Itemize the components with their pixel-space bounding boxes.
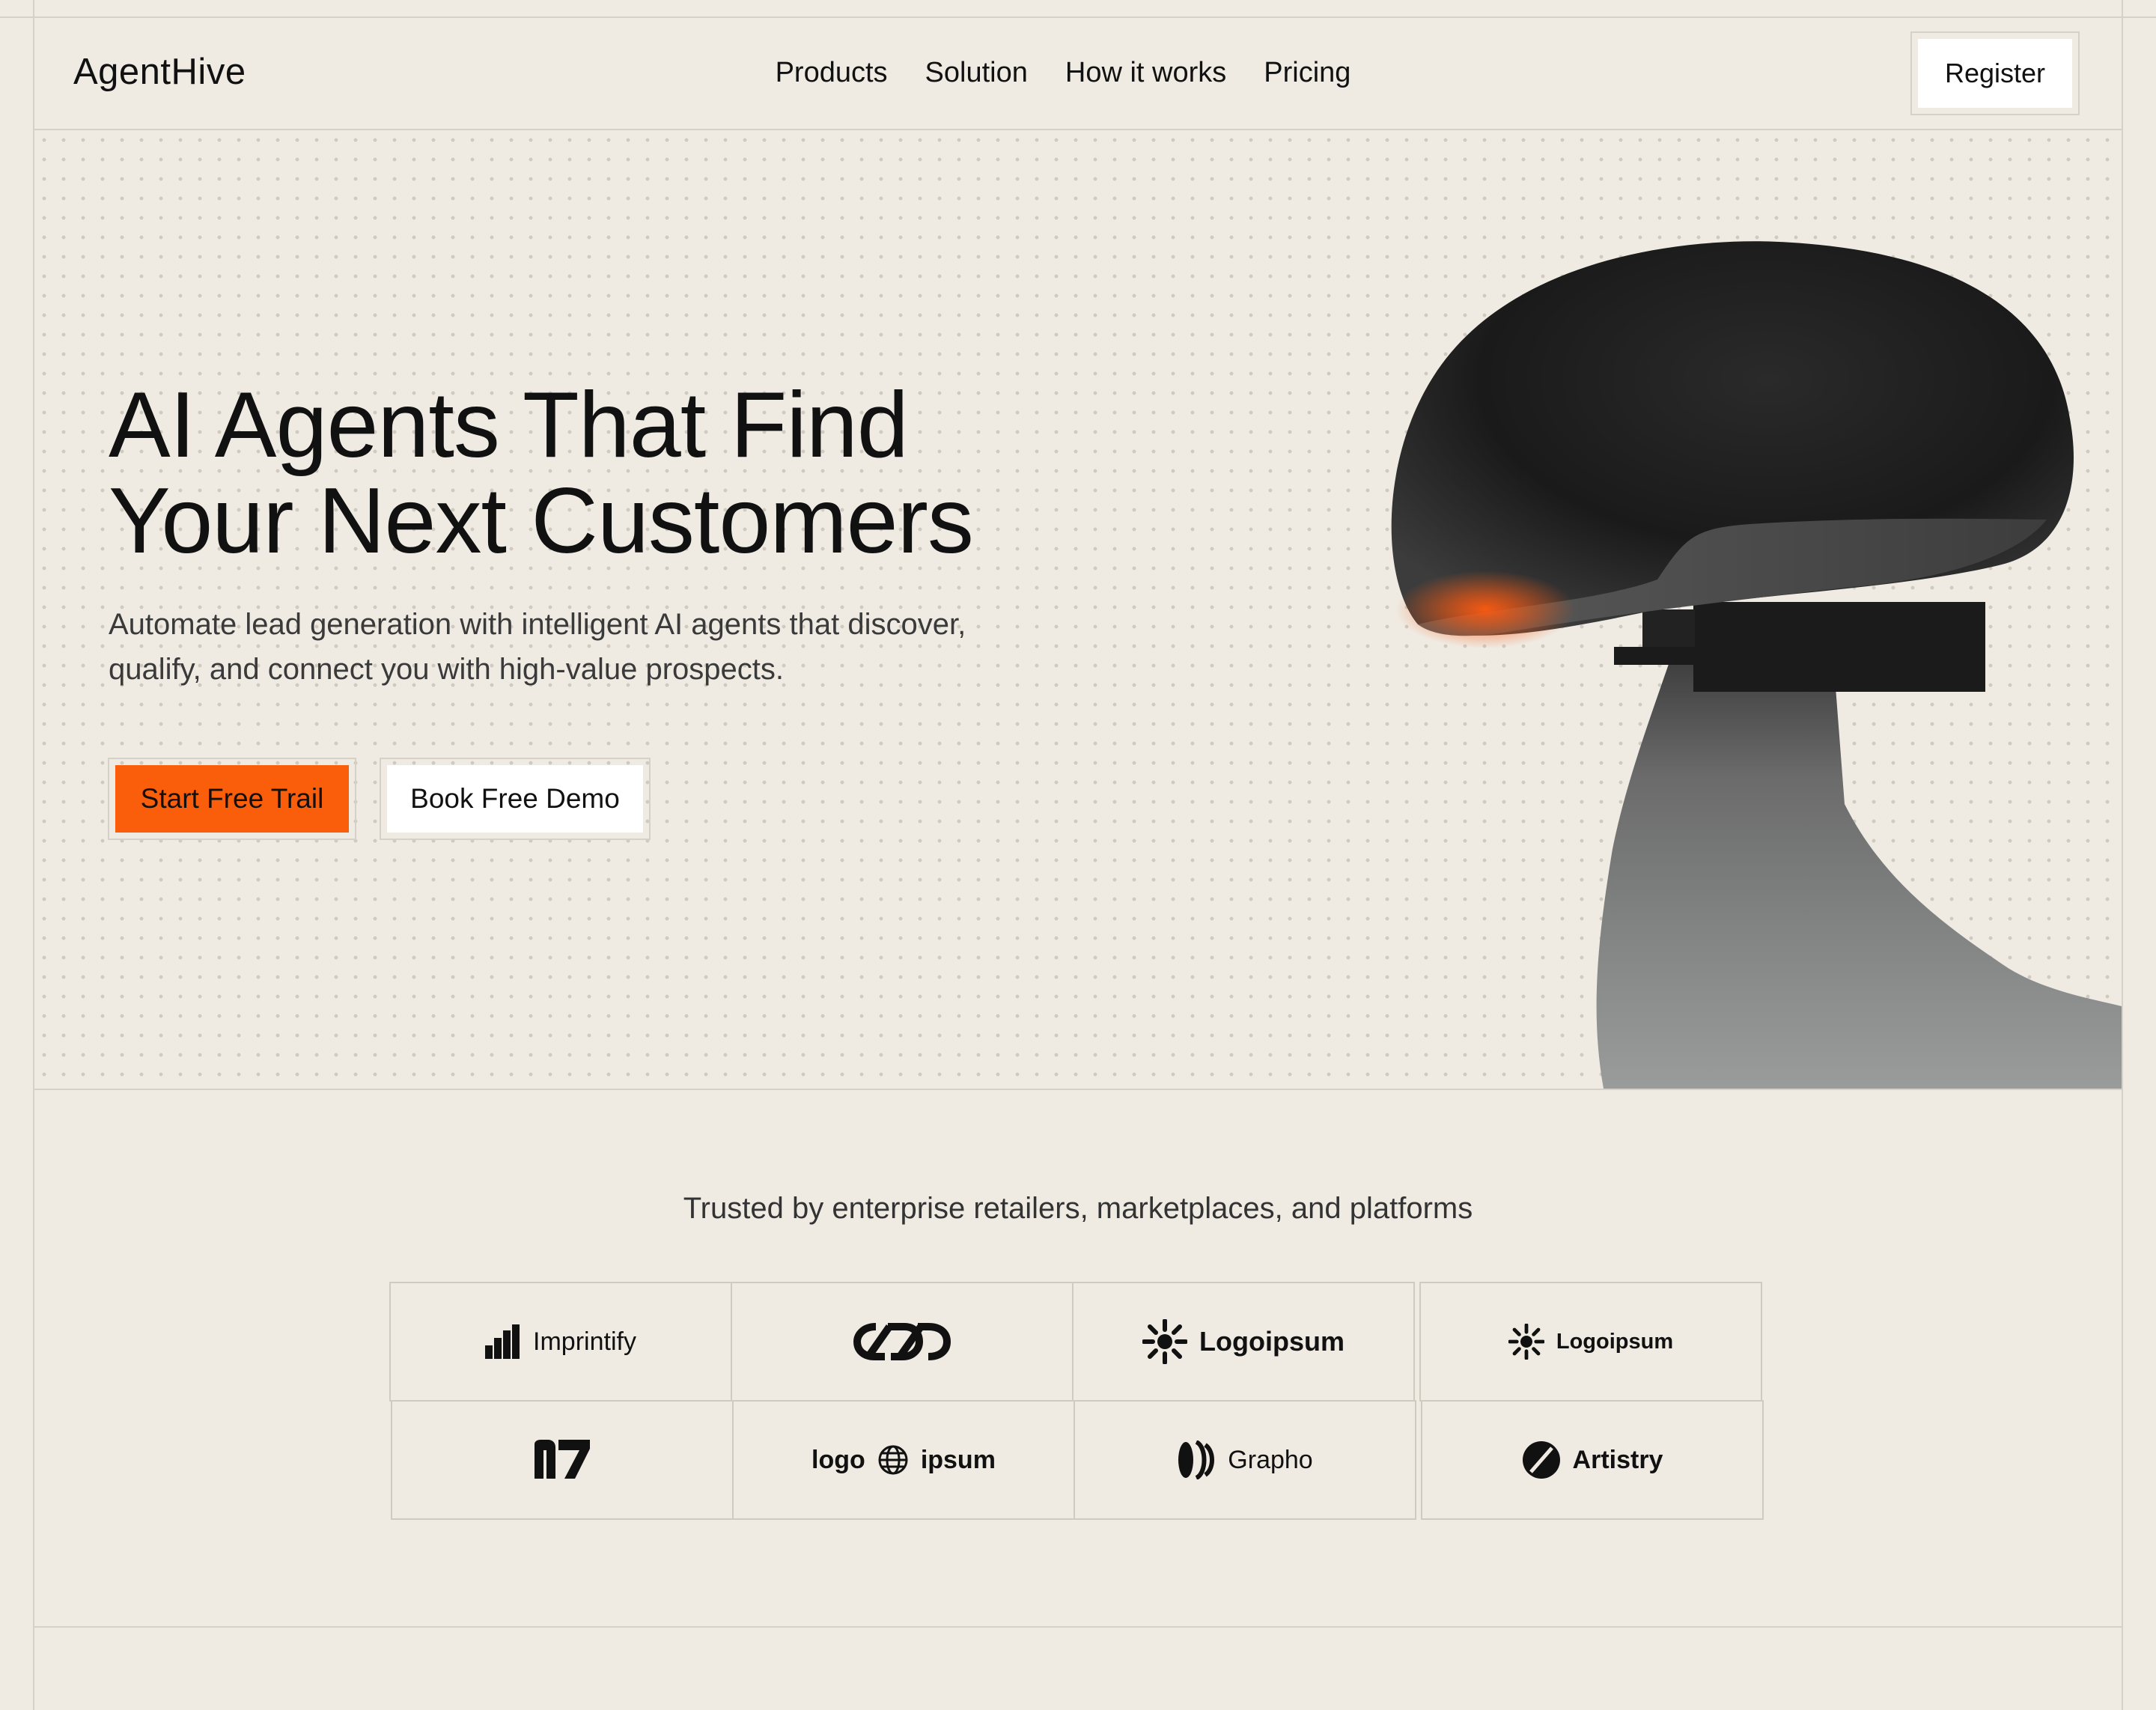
chain-links-icon [853, 1323, 951, 1360]
logo-logo-ipsum: logo ipsum [732, 1400, 1075, 1520]
slashed-circle-icon [1522, 1441, 1560, 1479]
logo-label: Logoipsum [1199, 1326, 1345, 1357]
logo-chain [731, 1282, 1074, 1402]
logo-label-left: logo [811, 1445, 865, 1474]
hero-subtext: Automate lead generation with intelligen… [109, 608, 966, 686]
register-button-frame: Register [1910, 31, 2080, 115]
waves-icon [1178, 1440, 1215, 1479]
n7-monogram-icon [535, 1440, 590, 1479]
trusted-heading: Trusted by enterprise retailers, marketp… [683, 1192, 1473, 1225]
nav-link-pricing[interactable]: Pricing [1264, 57, 1350, 89]
hero-headline-line-2: Your Next Customers [109, 469, 974, 573]
main-menu: Products Solution How it works Pricing [34, 57, 2122, 89]
register-button[interactable]: Register [1918, 39, 2072, 108]
logo-label: Imprintify [533, 1327, 636, 1356]
book-demo-button[interactable]: Book Free Demo [387, 765, 643, 833]
logo-label-right: ipsum [920, 1445, 996, 1474]
sunburst-icon [1508, 1324, 1544, 1360]
nav-link-solution[interactable]: Solution [925, 57, 1028, 89]
nav-link-products[interactable]: Products [776, 57, 888, 89]
bars-icon [485, 1324, 520, 1359]
section-divider [33, 1626, 2123, 1628]
hero-headline-line-1: AI Agents That Find [109, 374, 909, 477]
hero-headline: AI Agents That Find Your Next Customers [109, 374, 974, 573]
logo-label: Grapho [1228, 1445, 1313, 1474]
top-nav: AgentHive Products Solution How it works… [34, 18, 2122, 129]
logo-n7 [391, 1400, 734, 1520]
robot-head-illustration [1391, 241, 2122, 1089]
logo-grapho: Grapho [1074, 1400, 1416, 1520]
logo-grid: Imprintify Logoipsum Logoipsum logo ipsu… [389, 1282, 1765, 1521]
logo-label: Logoipsum [1556, 1329, 1674, 1354]
primary-cta-frame: Start Free Trail [108, 758, 356, 840]
logo-label: Artistry [1572, 1445, 1663, 1474]
logo-logoipsum-1: Logoipsum [1072, 1282, 1415, 1402]
hero-section: AI Agents That Find Your Next Customers … [34, 130, 2122, 1089]
logo-imprintify: Imprintify [389, 1282, 732, 1402]
secondary-cta-frame: Book Free Demo [380, 758, 651, 840]
hero-divider [33, 1089, 2123, 1090]
frame-right-line [2122, 0, 2123, 1710]
sunburst-icon [1142, 1319, 1187, 1364]
logo-logoipsum-2: Logoipsum [1419, 1282, 1762, 1402]
logo-artistry: Artistry [1421, 1400, 1764, 1520]
nav-link-how-it-works[interactable]: How it works [1065, 57, 1226, 89]
globe-icon [878, 1445, 908, 1475]
start-free-trial-button[interactable]: Start Free Trail [115, 765, 349, 833]
